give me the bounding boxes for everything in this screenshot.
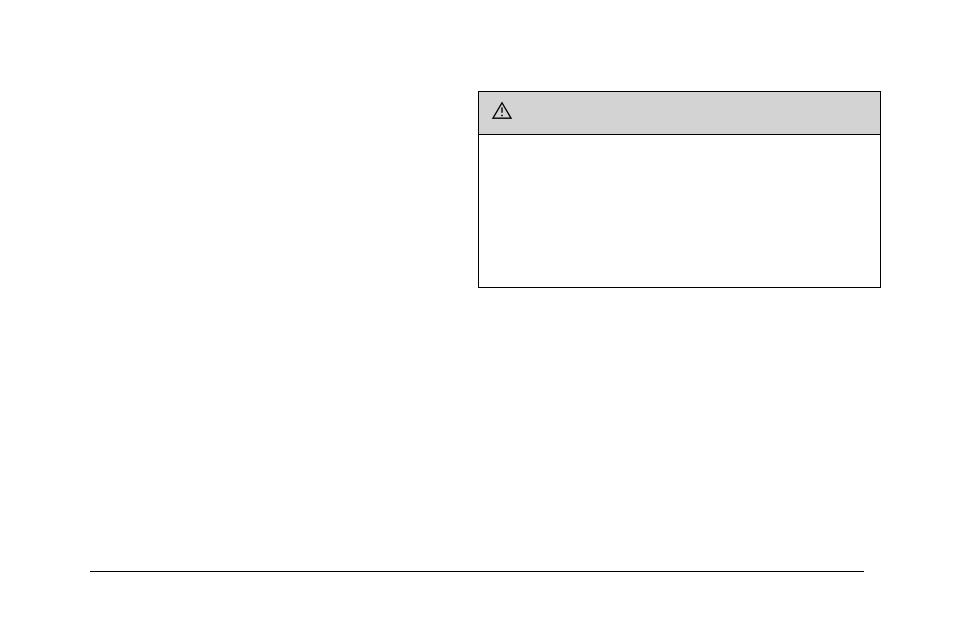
caution-box — [478, 91, 881, 288]
caution-header — [479, 92, 880, 135]
caution-body — [479, 135, 880, 287]
footer-divider — [90, 571, 864, 572]
warning-icon — [491, 101, 513, 125]
